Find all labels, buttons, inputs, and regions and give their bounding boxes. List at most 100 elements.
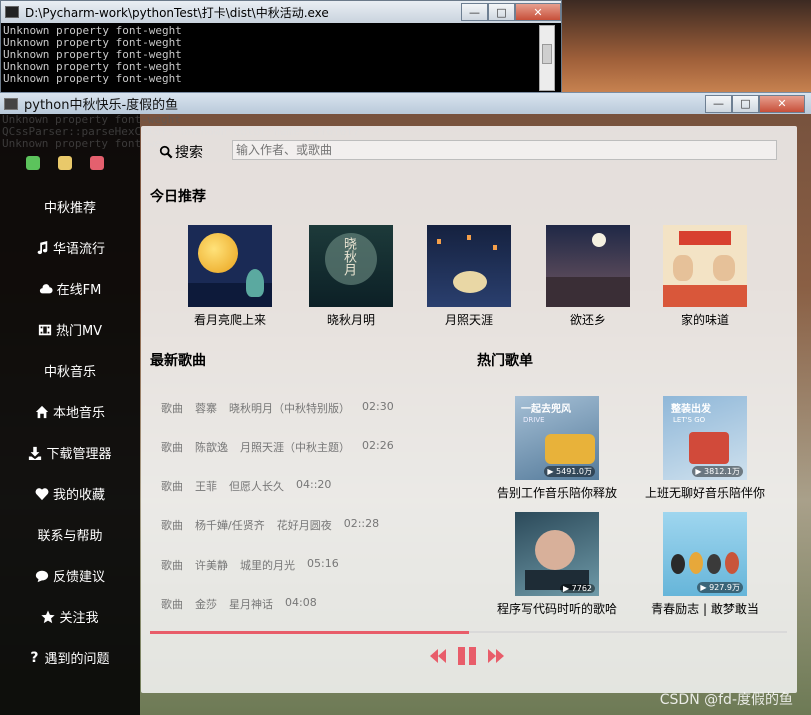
scroll-thumb[interactable] (542, 44, 552, 64)
cover-subtitle: DRIVE (523, 416, 545, 424)
yellow-dot[interactable] (58, 156, 72, 170)
sidebar-item-label: 我的收藏 (52, 488, 105, 503)
cover-lets-go[interactable]: 整装出发 LET'S GO ▶ 3812.1万 (663, 396, 747, 480)
search-label-text: 搜索 (175, 145, 203, 161)
cover-caption: 家的味道 (680, 313, 729, 327)
search-input[interactable] (232, 140, 777, 160)
song-artist: 金莎 (195, 598, 217, 611)
sidebar-item-download-manager[interactable]: 下载管理器 (0, 432, 140, 473)
green-dot[interactable] (26, 156, 40, 170)
close-button[interactable]: ✕ (515, 3, 561, 21)
cover-moon-night[interactable] (188, 225, 272, 307)
search-icon (159, 145, 173, 159)
song-row[interactable]: 歌曲 陈歆逸 月照天涯（中秋主题） 02:26 (161, 439, 394, 455)
song-type: 歌曲 (161, 559, 183, 572)
hot-title: 热门歌单 (477, 353, 533, 369)
song-duration: 02:26 (362, 439, 394, 452)
app-minimize-button[interactable]: — (705, 94, 732, 113)
sidebar-item-label: 关注我 (59, 611, 99, 626)
sidebar-item-contact-help[interactable]: 联系与帮助 (0, 514, 140, 555)
playlist-item[interactable]: 一起去兜风 DRIVE ▶ 5491.0万 告别工作音乐陪你释放 (493, 396, 621, 501)
today-item[interactable]: 欲还乡 (546, 225, 630, 328)
sidebar-item-online-fm[interactable]: 在线FM (0, 268, 140, 309)
song-name: 城里的月光 (240, 559, 295, 572)
console-line: Unknown property font-weght (3, 72, 182, 85)
song-row[interactable]: 歌曲 王菲 但愿人长久 04::20 (161, 478, 331, 494)
playback-progress[interactable] (150, 631, 787, 634)
playlist-caption: 青春励志 | 敢梦敢当 (651, 602, 759, 616)
sidebar-item-problems[interactable]: ? 遇到的问题 (0, 637, 140, 678)
sidebar-item-favorites[interactable]: 我的收藏 (0, 473, 140, 514)
sidebar-item-feedback[interactable]: 反馈建议 (0, 555, 140, 596)
playlist-caption: 告别工作音乐陪你释放 (496, 486, 617, 500)
app-maximize-button[interactable]: □ (732, 94, 759, 113)
desktop-background (560, 0, 811, 100)
song-name: 月照天涯（中秋主题） (240, 441, 350, 454)
sidebar-item-chinese-pop[interactable]: 华语流行 (0, 227, 140, 268)
home-icon (35, 405, 49, 418)
maximize-button[interactable]: □ (488, 3, 515, 21)
playlist-item[interactable]: 整装出发 LET'S GO ▶ 3812.1万 上班无聊好音乐陪伴你 (640, 396, 770, 501)
song-row[interactable]: 歌曲 蓉寨 晓秋明月（中秋特别版） 02:30 (161, 400, 394, 416)
song-row[interactable]: 歌曲 金莎 星月神话 04:08 (161, 596, 317, 612)
app-title: python中秋快乐-度假的鱼 (24, 98, 179, 113)
cover-homecoming[interactable] (546, 225, 630, 307)
play-count: ▶ 927.9万 (697, 582, 743, 593)
latest-title: 最新歌曲 (150, 353, 206, 369)
sidebar-item-label: 遇到的问题 (44, 652, 110, 667)
song-type: 歌曲 (161, 441, 183, 454)
previous-icon[interactable] (430, 649, 446, 663)
today-item[interactable]: 月照天涯 (427, 225, 511, 328)
song-type: 歌曲 (161, 480, 183, 493)
today-item[interactable]: 家的味道 (663, 225, 747, 328)
today-item[interactable]: 看月亮爬上来 (188, 225, 272, 328)
playlist-item[interactable]: ▶ 927.9万 青春励志 | 敢梦敢当 (640, 512, 770, 617)
console-scrollbar[interactable] (539, 25, 555, 91)
sidebar-item-mid-autumn-music[interactable]: 中秋音乐 (0, 350, 140, 391)
minimize-button[interactable]: — (461, 3, 488, 21)
song-row[interactable]: 歌曲 许美静 城里的月光 05:16 (161, 557, 339, 573)
song-duration: 02:30 (362, 400, 394, 413)
song-duration: 05:16 (307, 557, 339, 570)
song-type: 歌曲 (161, 598, 183, 611)
cover-family-dinner[interactable] (663, 225, 747, 307)
sidebar-item-label: 中秋推荐 (43, 201, 96, 216)
cover-autumn-moon[interactable]: 晓秋月 (309, 225, 393, 307)
song-row[interactable]: 歌曲 杨千嬅/任贤齐 花好月圆夜 02::28 (161, 517, 379, 533)
app-close-button[interactable]: ✕ (759, 94, 805, 113)
playlist-caption: 程序写代码时听的歌哈 (496, 602, 617, 616)
sidebar-item-mid-autumn-recommend[interactable]: 中秋推荐 (0, 186, 140, 227)
pause-icon[interactable] (458, 647, 476, 665)
sidebar-nav: 中秋推荐 华语流行 在线FM 热门MV 中秋音乐 本地音乐 下载管理器 我的收藏… (0, 186, 140, 678)
sidebar-item-local-music[interactable]: 本地音乐 (0, 391, 140, 432)
next-icon[interactable] (488, 649, 504, 663)
watermark: CSDN @fd-度假的鱼 (659, 692, 793, 708)
question-icon: ? (30, 649, 39, 666)
download-icon (29, 446, 42, 460)
play-count: ▶ 5491.0万 (544, 466, 595, 477)
song-artist: 陈歆逸 (195, 441, 228, 454)
search-label: 搜索 (159, 142, 203, 162)
today-item[interactable]: 晓秋月 晓秋月明 (309, 225, 393, 328)
playlist-item[interactable]: ▶ 7762 程序写代码时听的歌哈 (493, 512, 621, 617)
progress-fill (150, 631, 469, 634)
cover-drive[interactable]: 一起去兜风 DRIVE ▶ 5491.0万 (515, 396, 599, 480)
sidebar-item-label: 热门MV (55, 324, 103, 339)
heart-icon (35, 487, 49, 500)
song-name: 星月神话 (229, 598, 273, 611)
star-icon (41, 609, 56, 623)
song-type: 歌曲 (161, 402, 183, 415)
cover-youth[interactable]: ▶ 927.9万 (663, 512, 747, 596)
sidebar-item-label: 反馈建议 (52, 570, 105, 585)
red-dot[interactable] (90, 156, 104, 170)
cover-title: 一起去兜风 (521, 404, 571, 415)
sidebar-item-hot-mv[interactable]: 热门MV (0, 309, 140, 350)
cover-coding[interactable]: ▶ 7762 (515, 512, 599, 596)
sidebar-item-label: 下载管理器 (46, 447, 112, 462)
cover-caption: 欲还乡 (569, 313, 606, 327)
sidebar-item-follow-me[interactable]: 关注我 (0, 596, 140, 637)
cover-lanterns[interactable] (427, 225, 511, 307)
console-window: D:\Pycharm-work\pythonTest\打卡\dist\中秋活动.… (0, 0, 562, 96)
console-title: D:\Pycharm-work\pythonTest\打卡\dist\中秋活动.… (25, 5, 329, 20)
music-icon (37, 240, 48, 254)
